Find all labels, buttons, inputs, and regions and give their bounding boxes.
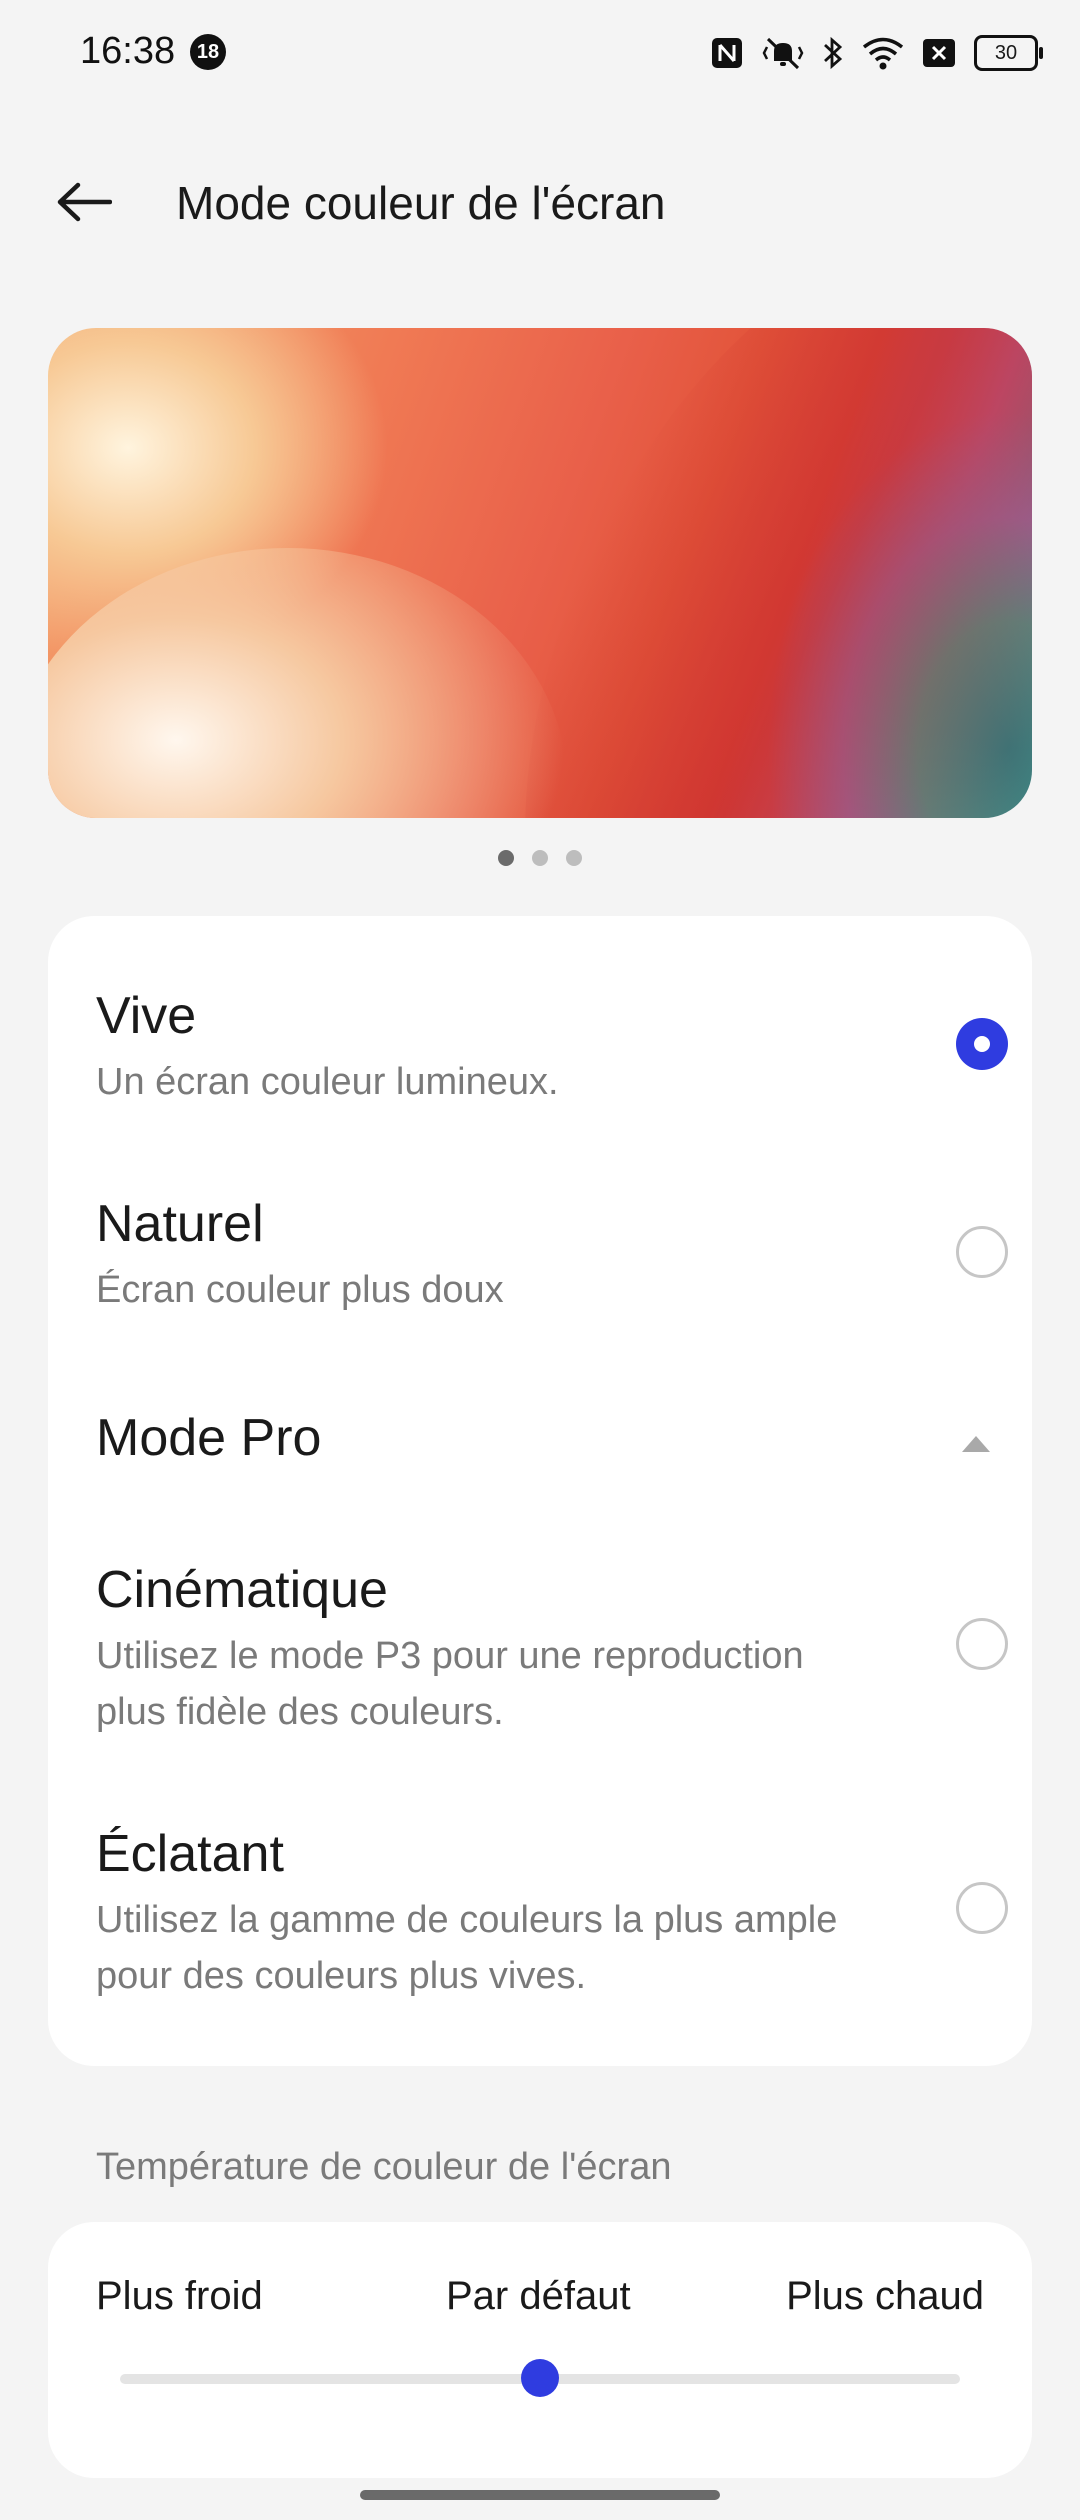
section-title: Mode Pro: [96, 1409, 322, 1467]
radio-unselected[interactable]: [956, 1882, 1008, 1934]
option-cinematique[interactable]: Cinématique Utilisez le mode P3 pour une…: [96, 1560, 1008, 1740]
chevron-up-icon: [962, 1436, 990, 1452]
system-icons: 30: [710, 30, 1043, 76]
option-description: Écran couleur plus doux: [96, 1269, 504, 1311]
warm-label: Plus chaud: [786, 2274, 984, 2318]
radio-unselected[interactable]: [956, 1618, 1008, 1670]
arrow-left-icon: [57, 182, 112, 222]
option-description: Utilisez le mode P3 pour une reproductio…: [96, 1635, 804, 1733]
temperature-slider-thumb[interactable]: [521, 2359, 559, 2397]
nfc-icon: [712, 38, 742, 68]
carousel-page-indicator: [0, 850, 1080, 866]
option-title: Cinématique: [96, 1561, 388, 1619]
banner-decoration: [48, 548, 568, 818]
option-description: Utilisez la gamme de couleurs la plus am…: [96, 1899, 838, 1997]
radio-unselected[interactable]: [956, 1226, 1008, 1278]
option-title: Vive: [96, 987, 197, 1045]
notification-count-badge: 18: [190, 34, 226, 70]
page-dot[interactable]: [566, 850, 582, 866]
mode-pro-expander[interactable]: Mode Pro: [96, 1408, 996, 1488]
page-dot[interactable]: [498, 850, 514, 866]
preview-image-carousel[interactable]: [48, 328, 1032, 818]
page-title: Mode couleur de l'écran: [176, 177, 666, 229]
status-bar: 16:38 18 30: [0, 0, 1080, 110]
vibrate-off-icon: [762, 37, 804, 70]
default-label: Par défaut: [446, 2274, 631, 2318]
app-bar: Mode couleur de l'écran: [0, 150, 1080, 250]
radio-selected[interactable]: [956, 1018, 1008, 1070]
option-description: Un écran couleur lumineux.: [96, 1061, 559, 1103]
color-mode-card: Vive Un écran couleur lumineux. Naturel …: [48, 916, 1032, 2066]
option-title: Naturel: [96, 1195, 264, 1253]
option-eclatant[interactable]: Éclatant Utilisez la gamme de couleurs l…: [96, 1824, 1008, 2004]
battery-icon: 30: [974, 35, 1043, 71]
home-indicator[interactable]: [360, 2490, 720, 2500]
temperature-card: Plus froid Par défaut Plus chaud: [48, 2222, 1032, 2478]
back-button[interactable]: [56, 170, 136, 234]
option-vive[interactable]: Vive Un écran couleur lumineux.: [96, 986, 1008, 1110]
status-time: 16:38: [80, 30, 176, 72]
temperature-section-label: Température de couleur de l'écran: [96, 2146, 672, 2188]
wifi-icon: [862, 37, 904, 70]
battery-level: 30: [994, 41, 1018, 64]
option-naturel[interactable]: Naturel Écran couleur plus doux: [96, 1194, 1008, 1318]
option-title: Éclatant: [96, 1825, 284, 1883]
page-dot[interactable]: [532, 850, 548, 866]
no-sim-icon: [923, 39, 955, 67]
cold-label: Plus froid: [96, 2274, 263, 2318]
bluetooth-icon: [824, 36, 843, 70]
